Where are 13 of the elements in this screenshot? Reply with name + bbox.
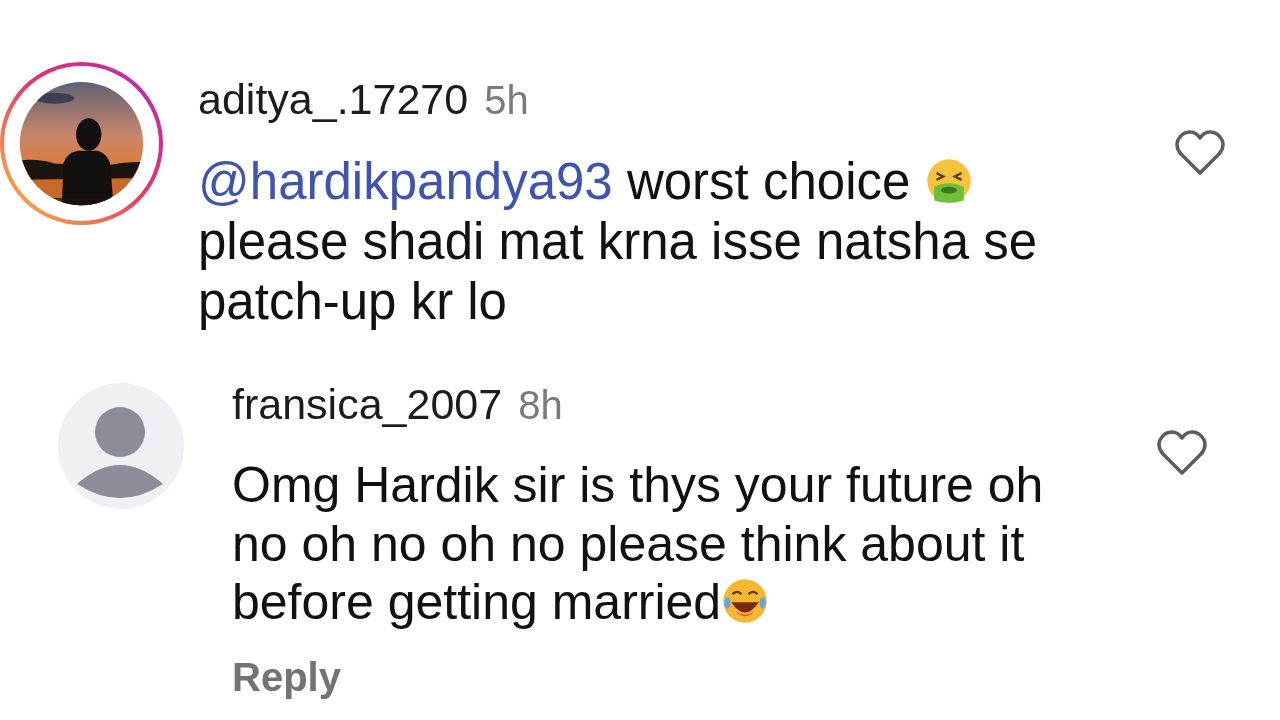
- mention-link[interactable]: @hardikpandya93: [198, 153, 613, 210]
- timestamp: 8h: [518, 382, 563, 429]
- like-button[interactable]: [1173, 128, 1227, 178]
- username[interactable]: aditya_.17270: [198, 74, 469, 124]
- nauseated-face-icon: [924, 157, 973, 205]
- default-avatar-icon[interactable]: [57, 382, 185, 510]
- laughing-face-icon: [721, 577, 770, 625]
- reply-button[interactable]: Reply: [232, 651, 341, 702]
- username[interactable]: fransica_2007: [232, 379, 503, 429]
- comment-text: @hardikpandya93 worst choice please shadi mat krna isse natsha se patch-up kr lo: [198, 152, 1038, 332]
- like-button[interactable]: [1155, 428, 1209, 478]
- comment-text: Omg Hardik sir is thys your future oh no oh no oh no please think about it before getting married: [232, 456, 1044, 632]
- timestamp: 5h: [484, 77, 529, 124]
